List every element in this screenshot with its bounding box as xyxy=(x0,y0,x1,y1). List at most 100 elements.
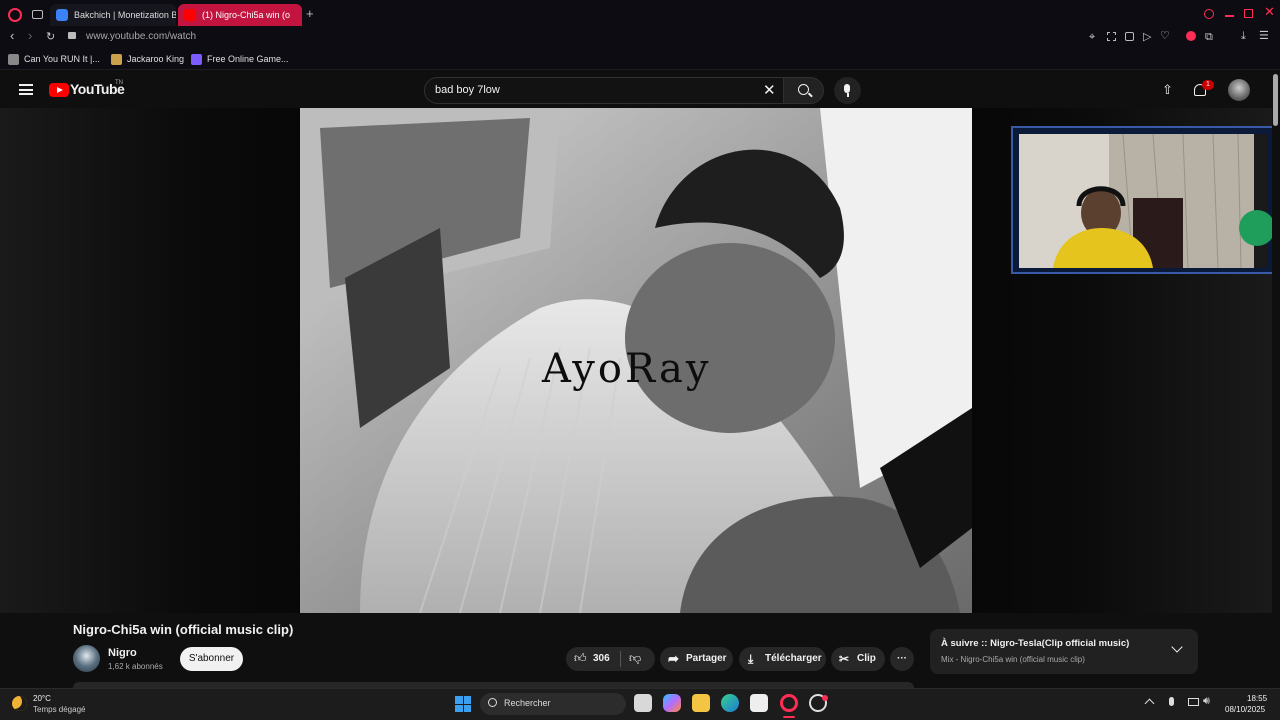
weather-moon-icon xyxy=(12,696,27,711)
country-code: TN xyxy=(115,80,123,86)
video-player[interactable]: AyoRay xyxy=(300,108,972,613)
forward-icon[interactable]: › xyxy=(28,29,32,42)
download-label: Télécharger xyxy=(765,653,822,664)
hamburger-menu-icon[interactable] xyxy=(19,84,33,95)
voice-search-button[interactable] xyxy=(834,77,861,104)
maximize-icon[interactable] xyxy=(1244,9,1253,18)
bookmark-free-online-game[interactable]: Free Online Game... xyxy=(191,52,289,66)
share-arrow-icon: ➦ xyxy=(668,651,679,666)
bookmark-label: Free Online Game... xyxy=(207,54,289,64)
notification-badge: 1 xyxy=(1202,80,1214,90)
bookmark-label: Can You RUN It |... xyxy=(24,54,100,64)
browser-tab-bar: Bakchich | Monetization B (1) Nigro-Chi5… xyxy=(0,0,1280,28)
search-tabs-icon[interactable] xyxy=(1204,9,1214,19)
can-you-run-it-icon xyxy=(8,54,19,65)
taskbar-search-box[interactable]: Rechercher xyxy=(480,693,626,715)
youtube-play-logo-icon xyxy=(49,83,69,97)
video-watermark: AyoRay xyxy=(542,346,712,392)
opera-badge-icon[interactable] xyxy=(1186,31,1196,41)
tab-label: (1) Nigro-Chi5a win (o xyxy=(202,10,291,20)
address-bar: ‹ › ↻ www.youtube.com/watch ⌖ ▷ ♡ ⧉ ⤓ ☰ xyxy=(0,28,1280,48)
bookmark-can-you-run-it[interactable]: Can You RUN It |... xyxy=(8,52,100,66)
more-actions-button[interactable]: ··· xyxy=(890,647,914,671)
opera-taskbar-icon[interactable] xyxy=(780,694,798,712)
search-button[interactable] xyxy=(783,77,824,104)
vpn-icon[interactable] xyxy=(1125,32,1134,41)
game-icon xyxy=(191,54,202,65)
heart-icon[interactable]: ♡ xyxy=(1160,30,1170,42)
notification-dot xyxy=(822,695,828,701)
bookmarks-bar: Can You RUN It |... Jackaroo King Free O… xyxy=(0,48,1280,70)
edge-browser-icon[interactable] xyxy=(721,694,739,712)
thumbs-up-icon: 👍︎ xyxy=(574,651,587,665)
tab-youtube-active[interactable]: (1) Nigro-Chi5a win (o xyxy=(178,4,302,26)
chevron-down-icon[interactable] xyxy=(1171,641,1183,653)
bookmark-jackaroo-king[interactable]: Jackaroo King xyxy=(111,52,184,66)
reload-icon[interactable]: ↻ xyxy=(46,31,55,43)
thumbs-down-icon: 👎︎ xyxy=(629,651,642,665)
up-next-card[interactable]: À suivre :: Nigro-Tesla(Clip official mu… xyxy=(930,629,1198,674)
snapshot-icon[interactable] xyxy=(1107,32,1116,41)
download-button[interactable]: ⤓ Télécharger xyxy=(739,647,826,671)
channel-name[interactable]: Nigro xyxy=(108,647,137,659)
channel-avatar[interactable] xyxy=(73,645,100,672)
youtube-favicon-icon xyxy=(184,9,196,21)
url-field[interactable]: www.youtube.com/watch xyxy=(86,31,196,43)
share-label: Partager xyxy=(686,653,727,664)
jackaroo-icon xyxy=(111,54,122,65)
minimize-icon[interactable] xyxy=(1225,15,1234,17)
opera-active-indicator xyxy=(783,716,795,718)
display-tray-icon[interactable] xyxy=(1188,698,1199,706)
share-button[interactable]: ➦ Partager xyxy=(660,647,733,671)
weather-temperature[interactable]: 20°C xyxy=(33,694,51,703)
clock-date[interactable]: 08/10/2025 xyxy=(1225,705,1265,714)
pin-icon[interactable]: ⌖ xyxy=(1089,31,1095,43)
menu-icon[interactable]: ☰ xyxy=(1259,30,1269,42)
extensions-icon[interactable]: ⧉ xyxy=(1205,31,1213,43)
webcam-feed xyxy=(1019,133,1275,269)
like-button[interactable]: 👍︎ 306 xyxy=(566,647,620,671)
upload-icon[interactable]: ⇧ xyxy=(1162,82,1173,98)
bookmark-label: Jackaroo King xyxy=(127,54,185,64)
back-icon[interactable]: ‹ xyxy=(10,29,14,42)
copilot-icon[interactable] xyxy=(663,694,681,712)
scissors-icon: ✂ xyxy=(839,652,850,666)
up-next-subtitle: Mix - Nigro-Chi5a win (official music cl… xyxy=(941,655,1085,664)
more-dots-icon: ··· xyxy=(897,653,907,664)
windows-start-icon[interactable] xyxy=(455,696,471,712)
volume-icon[interactable]: 🔊︎ xyxy=(1203,695,1210,708)
clip-button[interactable]: ✂ Clip xyxy=(831,647,885,671)
search-query: bad boy 7low xyxy=(435,84,500,96)
clear-search-icon[interactable]: ✕ xyxy=(763,81,776,99)
scrollbar-thumb[interactable] xyxy=(1273,74,1278,126)
like-count: 306 xyxy=(593,653,610,664)
tab-label: Bakchich | Monetization B xyxy=(74,10,176,20)
bakchich-favicon-icon xyxy=(56,9,68,21)
search-icon xyxy=(488,698,497,707)
microsoft-store-icon[interactable] xyxy=(750,694,768,712)
search-input[interactable]: bad boy 7low ✕ xyxy=(424,77,784,104)
close-window-icon[interactable]: ✕ xyxy=(1264,5,1275,18)
play-icon[interactable]: ▷ xyxy=(1143,31,1151,43)
tab-islands-icon[interactable] xyxy=(32,10,43,19)
new-tab-plus-icon[interactable]: + xyxy=(306,7,314,20)
subscriber-count: 1,62 k abonnés xyxy=(108,662,163,671)
download-icon[interactable]: ⤓ xyxy=(1241,30,1246,42)
tab-bakchich[interactable]: Bakchich | Monetization B xyxy=(50,4,176,26)
page-scrollbar[interactable] xyxy=(1272,72,1280,684)
task-view-icon[interactable] xyxy=(634,694,652,712)
microphone-tray-icon[interactable] xyxy=(1169,697,1174,706)
webcam-overlay xyxy=(1011,126,1276,274)
clip-label: Clip xyxy=(857,653,876,664)
up-next-title: À suivre :: Nigro-Tesla(Clip official mu… xyxy=(941,638,1130,649)
taskbar-search-label: Rechercher xyxy=(504,698,551,708)
account-avatar[interactable] xyxy=(1228,79,1250,101)
video-title: Nigro-Chi5a win (official music clip) xyxy=(73,622,294,637)
opera-logo-icon[interactable] xyxy=(8,8,22,22)
clock-time[interactable]: 18:55 xyxy=(1247,694,1267,703)
dislike-button[interactable]: 👎︎ xyxy=(621,647,655,671)
download-arrow-icon: ⤓ xyxy=(748,652,754,666)
subscribe-button[interactable]: S'abonner xyxy=(180,647,243,671)
weather-description: Temps dégagé xyxy=(33,705,86,714)
file-explorer-icon[interactable] xyxy=(692,694,710,712)
